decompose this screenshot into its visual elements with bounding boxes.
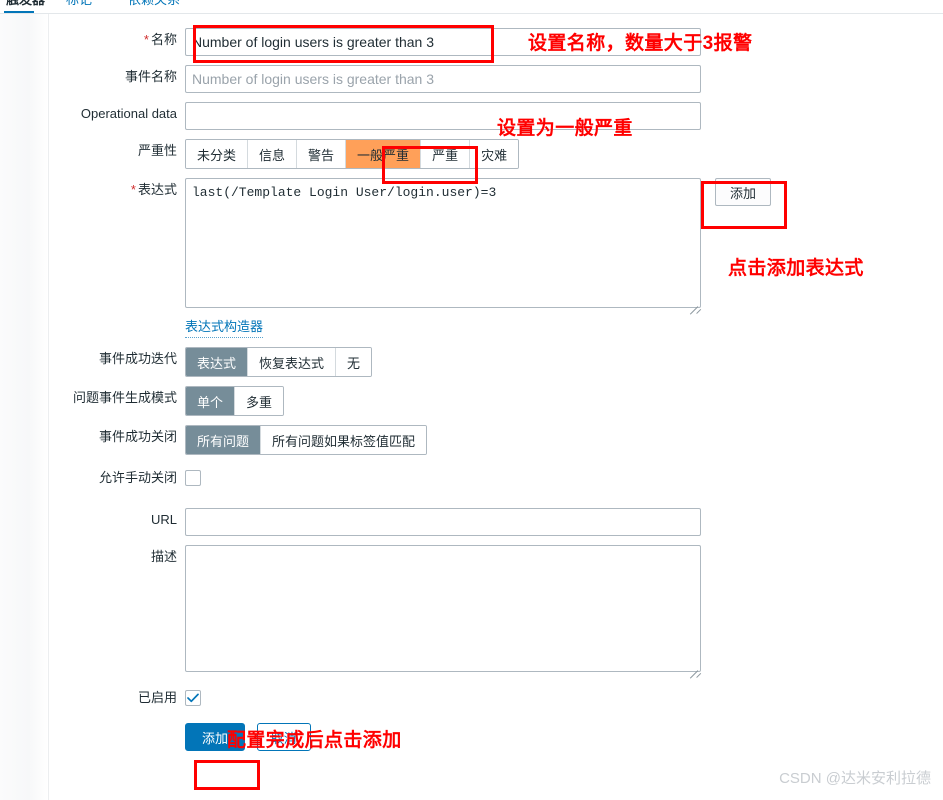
severity-segmented-control: 未分类 信息 警告 一般严重 严重 灾难 [185, 139, 520, 169]
cancel-button[interactable]: 取消 [256, 723, 311, 751]
problem-event-mode-option-multiple[interactable]: 多重 [235, 387, 284, 415]
ok-event-option-none[interactable]: 无 [336, 348, 372, 376]
tab-dependencies-label: 依赖关系 [128, 0, 180, 7]
severity-option-disaster[interactable]: 灾难 [470, 140, 519, 168]
row-severity: 严重性 未分类 信息 警告 一般严重 严重 灾难 [0, 139, 943, 169]
ok-event-generation-options: 表达式 恢复表达式 无 [185, 347, 373, 377]
row-event-name: 事件名称 [0, 65, 943, 93]
enabled-checkbox[interactable] [185, 690, 201, 706]
tab-active-underline [4, 11, 34, 13]
name-input[interactable] [185, 28, 701, 56]
operational-data-input[interactable] [185, 102, 701, 130]
row-ok-event-generation: 事件成功迭代 表达式 恢复表达式 无 [0, 347, 943, 377]
allow-manual-close-checkbox[interactable] [185, 470, 201, 486]
severity-option-average[interactable]: 一般严重 [346, 140, 422, 168]
ok-event-option-expression[interactable]: 表达式 [186, 348, 249, 376]
severity-option-information[interactable]: 信息 [248, 140, 298, 168]
label-name-text: 名称 [150, 32, 177, 47]
row-problem-event-mode: 问题事件生成模式 单个 多重 [0, 386, 943, 416]
tab-tags-label: 标记 [66, 0, 92, 7]
severity-option-warning[interactable]: 警告 [297, 140, 347, 168]
row-expression-constructor: 表达式构造器 [0, 317, 943, 338]
ok-event-closes-control: 所有问题 所有问题如果标签值匹配 [185, 425, 428, 455]
row-description: 描述 [0, 545, 943, 679]
row-allow-manual-close: 允许手动关闭 [0, 466, 943, 490]
expression-textarea-wrap: last(/Template Login User/login.user)=3 [185, 178, 702, 315]
ok-event-closes-options: 所有问题 所有问题如果标签值匹配 [185, 425, 428, 455]
description-textarea[interactable] [185, 545, 701, 672]
expression-textarea[interactable]: last(/Template Login User/login.user)=3 [185, 178, 701, 308]
expression-constructor-link[interactable]: 表达式构造器 [185, 317, 264, 338]
left-sidebar-rail [0, 0, 49, 800]
tab-tags[interactable]: 标记 [66, 0, 92, 9]
url-input[interactable] [185, 508, 701, 536]
description-textarea-wrap [185, 545, 702, 679]
field-url-wrap [185, 508, 701, 536]
ok-event-generation-control: 表达式 恢复表达式 无 [185, 347, 373, 377]
expression-constructor-wrap: 表达式构造器 [185, 317, 264, 338]
event-name-input[interactable] [185, 65, 701, 93]
expression-add-button[interactable]: 添加 [715, 178, 771, 206]
problem-event-mode-control: 单个 多重 [185, 386, 285, 416]
ok-event-option-recovery-expression[interactable]: 恢复表达式 [248, 348, 337, 376]
severity-option-high[interactable]: 严重 [421, 140, 471, 168]
severity-option-not-classified[interactable]: 未分类 [186, 140, 249, 168]
row-enabled: 已启用 [0, 686, 943, 710]
required-marker-expression: * [130, 182, 136, 197]
allow-manual-close-wrap [185, 466, 201, 489]
tab-trigger-label: 触发器 [6, 0, 45, 7]
row-operational-data: Operational data [0, 102, 943, 130]
severity-options: 未分类 信息 警告 一般严重 严重 灾难 [185, 139, 520, 169]
tab-dependencies[interactable]: 依赖关系 [128, 0, 180, 9]
field-event-name-wrap [185, 65, 701, 93]
field-name-wrap [185, 28, 701, 56]
submit-add-button[interactable]: 添加 [185, 723, 246, 751]
label-expression-text: 表达式 [137, 182, 177, 197]
problem-event-mode-options: 单个 多重 [185, 386, 285, 416]
trigger-form: *名称 事件名称 Operational data 严重性 未分类 信息 警告 … [0, 14, 943, 760]
footer-actions: 添加 取消 [185, 723, 311, 751]
required-marker-name: * [143, 32, 149, 47]
field-operational-data-wrap [185, 102, 701, 130]
row-expression: * 表达式 last(/Template Login User/login.use… [0, 178, 943, 315]
enabled-wrap [185, 686, 201, 706]
check-icon [187, 693, 199, 703]
row-footer-actions: 添加 取消 [0, 723, 943, 751]
tab-strip: 触发器 标记 依赖关系 [0, 0, 943, 14]
ok-event-closes-option-all-problems[interactable]: 所有问题 [186, 426, 262, 454]
expression-add-wrap: 添加 [715, 178, 771, 206]
tab-trigger[interactable]: 触发器 [6, 0, 45, 9]
row-ok-event-closes: 事件成功关闭 所有问题 所有问题如果标签值匹配 [0, 425, 943, 455]
ok-event-closes-option-tag-match[interactable]: 所有问题如果标签值匹配 [261, 426, 427, 454]
row-name: * 名称 [0, 28, 943, 56]
row-url: URL [0, 508, 943, 536]
csdn-watermark: CSDN @达米安利拉德 [779, 770, 931, 787]
problem-event-mode-option-single[interactable]: 单个 [186, 387, 236, 415]
annotation-box-submit [194, 760, 260, 790]
